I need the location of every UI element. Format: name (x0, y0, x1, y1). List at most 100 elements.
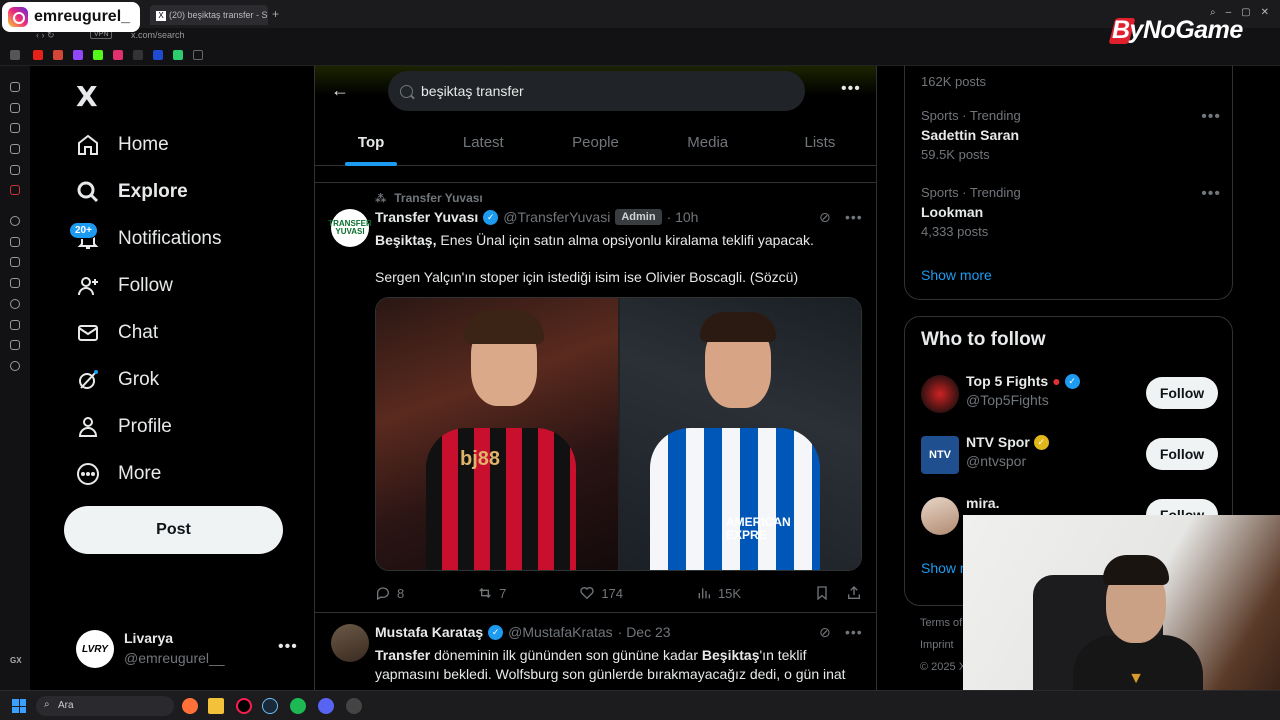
reply-button[interactable]: 8 (375, 585, 404, 601)
download-rail-icon[interactable] (10, 320, 20, 330)
grok-icon[interactable]: ⊘ (819, 209, 831, 226)
back-arrow-icon[interactable]: ← (331, 80, 349, 101)
like-button[interactable]: 174 (579, 585, 623, 601)
opera-gx-taskbar-icon[interactable] (236, 698, 252, 714)
more-dots-icon[interactable]: ••• (278, 638, 298, 656)
tab-latest[interactable]: Latest (427, 122, 539, 165)
author-name[interactable]: Transfer Yuvası (375, 209, 478, 225)
tweet-time[interactable]: · Dec 23 (618, 624, 671, 640)
suggestion-name[interactable]: Top 5 Fights (966, 373, 1048, 389)
nav-explore-label: Explore (118, 181, 188, 202)
author-handle[interactable]: @MustafaKratas (508, 624, 612, 640)
more-dots-icon[interactable]: ••• (845, 624, 863, 640)
spotify-taskbar-icon[interactable] (290, 698, 306, 714)
tab-people[interactable]: People (539, 122, 651, 165)
folder-taskbar-icon[interactable] (208, 698, 224, 714)
trend-item[interactable]: Sports · Trending Sadettin Saran 59.5K p… (921, 108, 1221, 162)
follow-suggestion[interactable]: Top 5 Fights ● ✓ @Top5Fights Follow (921, 373, 1219, 417)
tweet[interactable]: ⁂ Transfer Yuvası TRANSFER YUVASI Transf… (315, 183, 876, 613)
rail-icon[interactable] (10, 185, 20, 195)
footer-imprint[interactable]: Imprint (920, 634, 966, 656)
heart-rail-icon[interactable] (10, 257, 20, 267)
nav-home[interactable]: Home (76, 127, 169, 163)
follow-button[interactable]: Follow (1146, 438, 1218, 470)
windows-start-icon[interactable] (12, 699, 26, 713)
steam-taskbar-icon[interactable] (262, 698, 278, 714)
x-rail-icon[interactable] (10, 144, 20, 154)
search-query[interactable]: beşiktaş transfer (421, 83, 524, 99)
suggestion-name[interactable]: mira. (966, 495, 999, 511)
bookmark-icon[interactable] (153, 50, 163, 60)
follow-suggestion[interactable]: NTV NTV Spor ✓ @ntvspor Follow (921, 434, 1219, 478)
more-dots-icon[interactable]: ••• (841, 80, 861, 98)
gmail-bookmark-icon[interactable] (53, 50, 63, 60)
nav-notifications[interactable]: Notifications (76, 221, 222, 257)
app-taskbar-icon[interactable] (346, 698, 362, 714)
instagram-rail-icon[interactable] (10, 103, 20, 113)
trends-show-more[interactable]: Show more (921, 267, 992, 283)
nav-explore[interactable]: Explore (76, 174, 188, 210)
tweet-time[interactable]: · 10h (667, 209, 699, 225)
firefox-taskbar-icon[interactable] (182, 698, 198, 714)
tiktok-rail-icon[interactable] (10, 123, 20, 133)
account-switcher[interactable]: LVRY Livarya @emreugurel__ ••• (76, 628, 298, 672)
url-text[interactable]: x.com/search (131, 30, 185, 40)
tweet-image[interactable]: bj88 AMERICAN EXPRE (375, 297, 862, 571)
share-icon[interactable] (846, 585, 862, 601)
bookmark-icon[interactable] (133, 50, 143, 60)
search-input[interactable]: beşiktaş transfer (388, 71, 805, 111)
tab-media[interactable]: Media (652, 122, 764, 165)
trend-item[interactable]: Sports · Trending Lookman 4,333 posts ••… (921, 185, 1221, 239)
avatar[interactable] (921, 375, 959, 413)
tab-lists[interactable]: Lists (764, 122, 876, 165)
more-dots-icon[interactable]: ••• (845, 209, 863, 225)
x-logo[interactable]: X (76, 80, 98, 113)
streamer-hair (1103, 555, 1169, 585)
suggestion-name-row: mira. (966, 495, 999, 511)
rail-icon[interactable] (10, 82, 20, 92)
nav-profile[interactable]: Profile (76, 409, 172, 445)
tab-top[interactable]: Top (315, 122, 427, 165)
avatar[interactable]: TRANSFER YUVASI (328, 209, 372, 247)
avatar[interactable]: NTV (921, 436, 959, 474)
tiktok-bookmark-icon[interactable] (193, 50, 203, 60)
follow-button[interactable]: Follow (1146, 377, 1218, 409)
discord-taskbar-icon[interactable] (318, 698, 334, 714)
author-handle[interactable]: @TransferYuvasi (503, 209, 610, 225)
history-rail-icon[interactable] (10, 299, 20, 309)
youtube-bookmark-icon[interactable] (33, 50, 43, 60)
footer-terms[interactable]: Terms of (920, 612, 966, 634)
nav-follow[interactable]: Follow (76, 268, 173, 304)
rail-icon[interactable] (10, 340, 20, 350)
grok-icon[interactable]: ⊘ (819, 624, 831, 641)
suggestion-name[interactable]: NTV Spor (966, 434, 1030, 450)
spotify-rail-icon[interactable] (10, 216, 20, 226)
more-dots-icon[interactable]: ••• (1201, 108, 1221, 126)
twitch-bookmark-icon[interactable] (73, 50, 83, 60)
instagram-bookmark-icon[interactable] (113, 50, 123, 60)
author-name[interactable]: Mustafa Karataş (375, 624, 483, 640)
nav-chat[interactable]: Chat (76, 315, 158, 351)
apps-rail-icon[interactable] (10, 237, 20, 247)
new-tab-button[interactable]: + (272, 7, 279, 21)
browser-tab[interactable]: X (20) beşiktaş transfer - Se (150, 5, 268, 25)
views-button[interactable]: 15K (696, 585, 741, 601)
wallet-rail-icon[interactable] (10, 278, 20, 288)
nav-grok[interactable]: Grok (76, 362, 159, 398)
bookmark-icon[interactable] (173, 50, 183, 60)
more-dots-icon[interactable]: ••• (1201, 185, 1221, 203)
kick-bookmark-icon[interactable] (93, 50, 103, 60)
trend-item[interactable]: 162K posts (921, 70, 1221, 89)
avatar[interactable] (921, 497, 959, 535)
discord-rail-icon[interactable] (10, 165, 20, 175)
repost-button[interactable]: 7 (477, 585, 506, 601)
taskbar-search[interactable]: ⌕ Ara (36, 696, 174, 716)
address-bar[interactable]: ‹ › ↻ VPN x.com/search (0, 28, 1280, 44)
bookmark-icon[interactable] (814, 585, 830, 601)
avatar[interactable] (331, 624, 369, 662)
settings-rail-icon[interactable] (10, 361, 20, 371)
tweet[interactable]: Mustafa Karataş ✓ @MustafaKratas · Dec 2… (315, 614, 876, 690)
bookmark-icon[interactable] (10, 50, 20, 60)
nav-more[interactable]: More (76, 456, 161, 492)
post-button[interactable]: Post (64, 506, 283, 554)
